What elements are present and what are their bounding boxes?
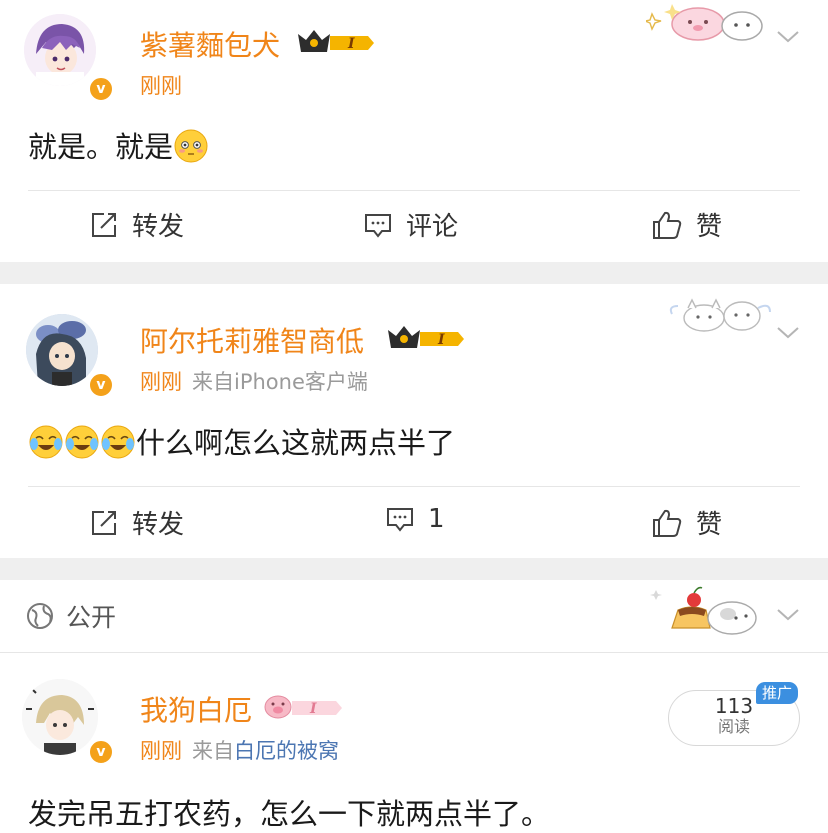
post-text: 就是。就是 — [28, 124, 209, 166]
visibility-header: 公开 — [0, 580, 828, 652]
verified-v-icon: v — [88, 76, 114, 102]
vip-level: I — [347, 36, 355, 52]
comment-button[interactable]: 评论 — [364, 206, 458, 243]
comment-label: 评论 — [406, 212, 459, 242]
repost-label: 转发 — [132, 212, 185, 242]
vip-level: I — [437, 332, 445, 348]
card-sticker-bunnies — [642, 0, 770, 48]
comment-count: 1 — [428, 504, 445, 534]
vip-level: I — [309, 701, 317, 717]
repost-button[interactable]: 转发 — [90, 504, 184, 541]
chevron-down-icon[interactable] — [776, 608, 800, 622]
vip-crown-icon[interactable]: I — [386, 322, 466, 356]
divider — [28, 190, 800, 191]
card-separator — [0, 262, 828, 284]
like-button[interactable]: 赞 — [652, 504, 722, 541]
visibility-public[interactable]: 公开 — [26, 598, 116, 634]
like-label: 赞 — [696, 510, 723, 540]
comment-icon — [387, 508, 413, 532]
flushed-emoji-icon — [174, 129, 208, 163]
card-separator — [0, 558, 828, 580]
post-card: v 阿尔托莉雅智商低 I 刚刚 来自iPhone客户端 什么啊怎么这就两点半了 … — [0, 284, 828, 558]
verified-v-icon: v — [88, 372, 114, 398]
laugh-cry-emoji-icon — [29, 425, 63, 459]
laugh-cry-emoji-icon — [65, 425, 99, 459]
chevron-down-icon[interactable] — [776, 326, 800, 340]
username[interactable]: 阿尔托莉雅智商低 — [140, 320, 364, 360]
promoted-badge: 推广 — [756, 682, 799, 704]
repost-label: 转发 — [132, 510, 185, 540]
username[interactable]: 紫薯麵包犬 — [140, 24, 280, 64]
verified-v-icon: v — [88, 739, 114, 765]
post-text-content: 就是。就是 — [28, 130, 174, 164]
repost-icon — [92, 510, 116, 535]
avatar[interactable] — [24, 14, 96, 86]
post-meta: 刚刚 来自iPhone客户端 — [140, 366, 368, 396]
laugh-cry-emoji-icon — [101, 425, 135, 459]
post-meta: 刚刚 — [140, 70, 182, 100]
vip-crown-icon[interactable]: I — [296, 26, 376, 60]
avatar[interactable] — [26, 314, 98, 386]
comment-button[interactable]: 1 — [386, 504, 445, 534]
repost-icon — [92, 212, 116, 237]
source-prefix: 来自 — [192, 739, 234, 763]
avatar[interactable] — [22, 679, 98, 755]
like-button[interactable]: 赞 — [652, 206, 722, 243]
read-label: 阅读 — [717, 717, 750, 736]
repost-button[interactable]: 转发 — [90, 206, 184, 243]
post-text: 什么啊怎么这就两点半了 — [28, 420, 455, 462]
timestamp: 刚刚 — [140, 370, 182, 394]
divider — [28, 486, 800, 487]
source-prefix: 来自 — [192, 370, 234, 394]
post-text-content: 什么啊怎么这就两点半了 — [136, 426, 456, 460]
thumbs-up-icon — [653, 211, 682, 239]
comment-icon — [365, 213, 391, 238]
post-meta: 刚刚 来自白厄的被窝 — [140, 735, 339, 765]
vip-pig-badge-icon[interactable]: I — [262, 691, 346, 725]
post-card: v 紫薯麵包犬 I 刚刚 就是。就是 转发 评论 赞 — [0, 0, 828, 262]
source-link[interactable]: 白厄的被窝 — [234, 739, 339, 763]
visibility-label: 公开 — [66, 603, 117, 632]
globe-icon — [27, 603, 53, 629]
chevron-down-icon[interactable] — [776, 30, 800, 44]
source-label: iPhone客户端 — [234, 370, 368, 394]
username[interactable]: 我狗白厄 — [140, 689, 252, 729]
post-text-content: 发完吊五打农药，怎么一下就两点半了。 — [28, 797, 551, 831]
timestamp: 刚刚 — [140, 739, 182, 763]
thumbs-up-icon — [653, 509, 682, 537]
post-text: 发完吊五打农药，怎么一下就两点半了。 — [28, 791, 550, 833]
card-sticker-pudding — [648, 584, 768, 644]
like-label: 赞 — [696, 212, 723, 242]
card-sticker-cats — [666, 288, 776, 342]
timestamp: 刚刚 — [140, 74, 182, 98]
